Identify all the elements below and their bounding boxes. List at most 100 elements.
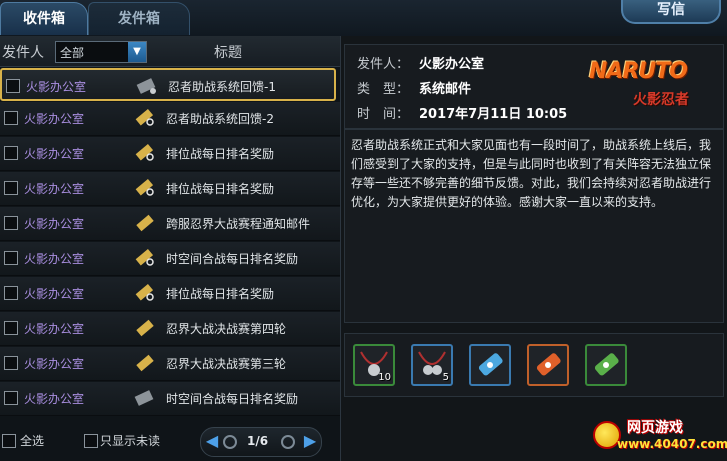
mail-row[interactable]: 火影办公室 忍界大战决战赛第三轮 (0, 347, 340, 381)
attachment-quantity: 5 (442, 372, 449, 383)
unread-only-label: 只显示未读 (100, 434, 161, 448)
blue-scroll-icon (478, 353, 503, 376)
attachment-bar: 10 5 (344, 333, 724, 397)
mail-row[interactable]: 火影办公室 忍界大战决战赛第四轮 (0, 312, 340, 346)
prev-page-icon[interactable]: ◀ (203, 432, 221, 450)
tab-inbox[interactable]: 收件箱 (0, 2, 88, 35)
mail-row[interactable]: 火影办公室 忍者助战系统回馈-2 (0, 102, 340, 136)
opened-scroll-icon (134, 390, 154, 406)
mail-sender: 火影办公室 (24, 182, 85, 196)
orange-scroll-icon (536, 353, 561, 376)
logo-subtitle: 火影忍者 (633, 92, 689, 108)
mail-list: 火影办公室 忍者助战系统回馈-1 火影办公室 忍者助战系统回馈-2 火影办公室 … (0, 68, 340, 417)
time-value: 2017年7月11日 10:05 (419, 107, 568, 122)
select-all-checkbox[interactable] (2, 434, 16, 448)
mail-sender: 火影办公室 (24, 287, 85, 301)
attachment-item[interactable]: 10 (353, 344, 395, 386)
mail-subject: 时空间合战每日排名奖励 (166, 252, 299, 266)
mail-row[interactable]: 火影办公室 时空间合战每日排名奖励 (0, 242, 340, 276)
attachment-item[interactable] (469, 344, 511, 386)
mail-row[interactable]: 火影办公室 排位战每日排名奖励 (0, 277, 340, 311)
mail-row[interactable]: 火影办公室 时空间合战每日排名奖励 (0, 382, 340, 416)
mail-subject: 排位战每日排名奖励 (166, 182, 275, 196)
mail-checkbox[interactable] (4, 391, 18, 405)
opened-scroll-icon (136, 78, 156, 94)
mail-subject: 忍者助战系统回馈-2 (166, 112, 274, 126)
type-value: 系统邮件 (419, 82, 472, 97)
top-tab-bar: 收件箱 发件箱 写信 (0, 0, 727, 36)
mail-subject: 排位战每日排名奖励 (166, 287, 275, 301)
mail-checkbox[interactable] (4, 356, 18, 370)
scroll-attachment-icon (135, 144, 154, 161)
page-indicator: 1/6 (247, 434, 269, 448)
mail-checkbox[interactable] (4, 216, 18, 230)
attachment-item[interactable] (527, 344, 569, 386)
mail-checkbox[interactable] (4, 321, 18, 335)
attachment-quantity: 10 (378, 372, 391, 383)
mail-checkbox[interactable] (4, 251, 18, 265)
mail-row[interactable]: 火影办公室 忍者助战系统回馈-1 (0, 68, 336, 101)
mail-row[interactable]: 火影办公室 排位战每日排名奖励 (0, 137, 340, 171)
green-scroll-icon (594, 353, 619, 376)
write-mail-button[interactable]: 写信 (621, 0, 721, 24)
scroll-attachment-icon (135, 284, 154, 301)
type-key: 类 型： (357, 82, 410, 97)
mail-body: 忍者助战系统正式和大家见面也有一段时间了，助战系统上线后，我们感受到了大家的支持… (351, 138, 712, 209)
next-page-icon[interactable]: ▶ (301, 432, 319, 450)
scroll-attachment-icon (135, 179, 154, 196)
mail-sender: 火影办公室 (24, 112, 85, 126)
tab-outbox[interactable]: 发件箱 (88, 2, 190, 35)
scroll-icon (136, 354, 154, 372)
sender-filter-value: 全部 (60, 46, 85, 60)
scroll-attachment-icon (135, 109, 154, 126)
mail-subject: 跨服忍界大战赛程通知邮件 (166, 217, 311, 231)
watermark-title: 网页游戏 (627, 420, 683, 436)
pagination: ◀ 1/6 ▶ (200, 427, 322, 457)
select-all-label: 全选 (20, 434, 45, 448)
watermark-url: www.40407.com (617, 437, 727, 451)
mail-checkbox[interactable] (4, 181, 18, 195)
mail-subject: 忍界大战决战赛第四轮 (166, 322, 287, 336)
mail-sender: 火影办公室 (24, 252, 85, 266)
mail-meta-box: 发件人： 火影办公室 类 型： 系统邮件 时 间： 2017年7月11日 10:… (344, 44, 724, 129)
mail-sender: 火影办公室 (24, 392, 85, 406)
mail-subject: 排位战每日排名奖励 (166, 147, 275, 161)
time-key: 时 间： (357, 107, 410, 122)
mail-body-box: 忍者助战系统正式和大家见面也有一段时间了，助战系统上线后，我们感受到了大家的支持… (344, 129, 724, 323)
mail-sender: 火影办公室 (24, 357, 85, 371)
naruto-logo: NARUTO 火影忍者 (589, 57, 717, 117)
mail-sender: 火影办公室 (24, 147, 85, 161)
scroll-icon (136, 214, 154, 232)
mail-checkbox[interactable] (6, 79, 20, 93)
mail-subject: 时空间合战每日排名奖励 (166, 392, 299, 406)
mail-subject: 忍界大战决战赛第三轮 (166, 357, 287, 371)
chevron-down-icon[interactable]: ▼ (128, 42, 146, 62)
mail-list-header: 发件人 全部 ▼ 标题 (0, 36, 340, 67)
mail-list-panel: 发件人 全部 ▼ 标题 火影办公室 忍者助战系统回馈-1 火影办公室 忍者助战系… (0, 36, 341, 461)
site-watermark: 网页游戏 www.40407.com (593, 417, 727, 457)
sender-key: 发件人： (357, 57, 410, 72)
mail-checkbox[interactable] (4, 286, 18, 300)
mail-checkbox[interactable] (4, 111, 18, 125)
mail-row[interactable]: 火影办公室 排位战每日排名奖励 (0, 172, 340, 206)
scroll-icon (136, 319, 154, 337)
attachment-item[interactable]: 5 (411, 344, 453, 386)
swirl-decoration-icon (223, 435, 237, 449)
swirl-decoration-icon (281, 435, 295, 449)
mail-list-footer: 全选 只显示未读 ◀ 1/6 ▶ (0, 423, 340, 461)
mail-sender: 火影办公室 (26, 80, 87, 94)
mail-detail-panel: 发件人： 火影办公室 类 型： 系统邮件 时 间： 2017年7月11日 10:… (341, 36, 727, 461)
mail-sender: 火影办公室 (24, 217, 85, 231)
scroll-attachment-icon (135, 249, 154, 266)
mail-sender: 火影办公室 (24, 322, 85, 336)
logo-title: NARUTO (589, 59, 688, 84)
attachment-item[interactable] (585, 344, 627, 386)
sender-filter-dropdown[interactable]: 全部 ▼ (55, 41, 147, 63)
mail-row[interactable]: 火影办公室 跨服忍界大战赛程通知邮件 (0, 207, 340, 241)
sender-value: 火影办公室 (419, 57, 485, 72)
mail-subject: 忍者助战系统回馈-1 (168, 80, 276, 94)
mail-checkbox[interactable] (4, 146, 18, 160)
sender-column-label: 发件人 (2, 45, 44, 61)
title-column-label: 标题 (214, 45, 242, 61)
unread-only-checkbox[interactable] (84, 434, 98, 448)
